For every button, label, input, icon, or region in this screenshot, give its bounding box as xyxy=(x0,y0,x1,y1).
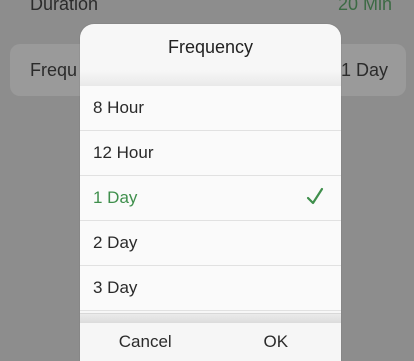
cancel-button[interactable]: Cancel xyxy=(80,323,211,361)
option-label: 12 Hour xyxy=(93,143,154,162)
option-3-day[interactable]: 3 Day xyxy=(80,266,341,311)
option-label: 2 Day xyxy=(93,233,138,252)
option-1-day[interactable]: 1 Day xyxy=(80,176,341,221)
dialog-divider xyxy=(80,70,341,87)
frequency-options-list: 8 Hour 12 Hour 1 Day 2 Day 3 Day xyxy=(80,86,341,311)
ok-button[interactable]: OK xyxy=(211,323,342,361)
option-2-day[interactable]: 2 Day xyxy=(80,221,341,266)
dialog-actions: Cancel OK xyxy=(80,323,341,361)
frequency-dialog: Frequency 8 Hour 12 Hour 1 Day 2 Day 3 D… xyxy=(80,24,341,361)
option-12-hour[interactable]: 12 Hour xyxy=(80,131,341,176)
option-label: 3 Day xyxy=(93,278,138,297)
check-icon xyxy=(306,187,324,205)
option-label: 8 Hour xyxy=(93,98,145,117)
option-8-hour[interactable]: 8 Hour xyxy=(80,86,341,131)
dialog-title: Frequency xyxy=(167,37,254,57)
duration-label: Duration xyxy=(30,0,99,14)
frequency-value: 1 Day xyxy=(340,60,388,80)
frequency-label: Frequ xyxy=(30,60,78,80)
duration-value: 20 Min xyxy=(337,0,392,14)
option-label: 1 Day xyxy=(93,188,138,207)
